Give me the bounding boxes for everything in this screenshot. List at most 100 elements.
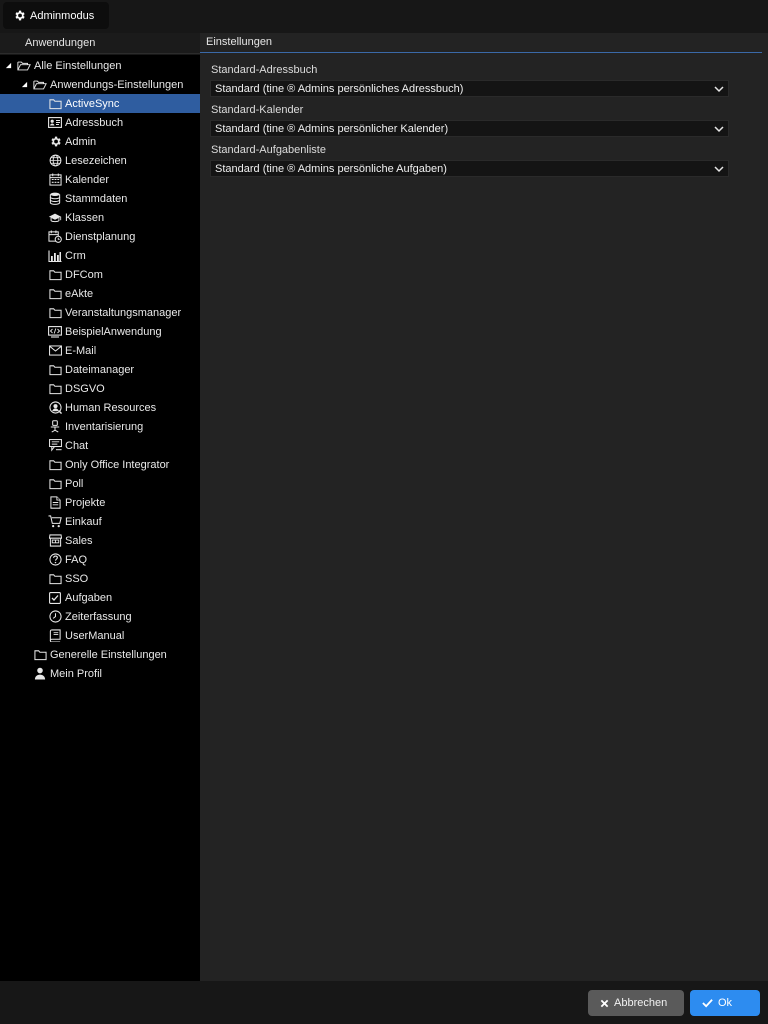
default-tasklist-value: Standard (tine ® Admins persönliche Aufg… — [215, 162, 447, 175]
folder-icon — [33, 648, 47, 662]
tree-item-label: Alle Einstellungen — [34, 59, 122, 72]
cart-icon — [48, 515, 62, 529]
cancel-label: Abbrechen — [614, 997, 668, 1009]
default-addressbook-value: Standard (tine ® Admins persönliches Adr… — [215, 82, 464, 95]
tree-item-usermanual[interactable]: UserManual — [0, 626, 200, 645]
tree-item-label: Zeiterfassung — [65, 610, 132, 623]
tree-item-generelle-einstellungen[interactable]: Generelle Einstellungen — [0, 645, 200, 664]
tree-item-faq[interactable]: FAQ — [0, 550, 200, 569]
tree-item-label: Dienstplanung — [65, 230, 136, 243]
tree-item-label: Admin — [65, 135, 97, 148]
calendar-clock-icon — [48, 230, 62, 244]
code-window-icon — [48, 325, 62, 339]
tree-item-veranstaltungsmanager[interactable]: Veranstaltungsmanager — [0, 303, 200, 322]
chevron-down-icon — [714, 84, 724, 97]
folder-icon — [48, 287, 62, 301]
calendar-icon — [48, 173, 62, 187]
store-icon — [48, 534, 62, 548]
expand-toggle-icon[interactable] — [20, 81, 28, 89]
folder-icon — [48, 477, 62, 491]
tree-item-label: BeispielAnwendung — [65, 325, 162, 338]
tree-item-label: SSO — [65, 572, 89, 585]
tree-item-label: Only Office Integrator — [65, 458, 170, 471]
gear-icon — [13, 9, 26, 22]
tree-item-dfcom[interactable]: DFCom — [0, 265, 200, 284]
tree-item-mein-profil[interactable]: Mein Profil — [0, 664, 200, 683]
office-chair-icon — [48, 420, 62, 434]
default-tasklist-select[interactable]: Standard (tine ® Admins persönliche Aufg… — [210, 160, 729, 177]
tree-item-sso[interactable]: SSO — [0, 569, 200, 588]
admin-mode-button[interactable]: Adminmodus — [3, 2, 109, 29]
tree-item-alle-einstellungen[interactable]: Alle Einstellungen — [0, 56, 200, 75]
check-icon — [702, 998, 713, 1008]
folder-open-icon — [17, 59, 31, 73]
tree-item-stammdaten[interactable]: Stammdaten — [0, 189, 200, 208]
graduation-cap-icon — [48, 211, 62, 225]
tree-item-klassen[interactable]: Klassen — [0, 208, 200, 227]
admin-mode-label: Adminmodus — [30, 9, 95, 22]
tree-item-zeiterfassung[interactable]: Zeiterfassung — [0, 607, 200, 626]
tree-item-beispielanwendung[interactable]: BeispielAnwendung — [0, 322, 200, 341]
tree-item-label: Sales — [65, 534, 93, 547]
tree-item-label: Dateimanager — [65, 363, 135, 376]
default-tasklist-label: Standard-Aufgabenliste — [211, 144, 326, 156]
tree-item-lesezeichen[interactable]: Lesezeichen — [0, 151, 200, 170]
tree-item-label: ActiveSync — [65, 97, 120, 110]
tree-item-label: DFCom — [65, 268, 103, 281]
tree-item-aufgaben[interactable]: Aufgaben — [0, 588, 200, 607]
tree-item-label: Inventarisierung — [65, 420, 144, 433]
folder-icon — [48, 268, 62, 282]
folder-open-icon — [33, 78, 47, 92]
cancel-button[interactable]: Abbrechen — [588, 990, 684, 1016]
tree-item-poll[interactable]: Poll — [0, 474, 200, 493]
settings-panel: Einstellungen Standard-Adressbuch Standa… — [200, 33, 768, 981]
tree-item-e-mail[interactable]: E-Mail — [0, 341, 200, 360]
tree-item-crm[interactable]: Crm — [0, 246, 200, 265]
tree-item-chat[interactable]: Chat — [0, 436, 200, 455]
database-icon — [48, 192, 62, 206]
tree-item-dienstplanung[interactable]: Dienstplanung — [0, 227, 200, 246]
folder-icon — [48, 458, 62, 472]
tree-item-admin[interactable]: Admin — [0, 132, 200, 151]
bar-chart-icon — [48, 249, 62, 263]
default-calendar-select[interactable]: Standard (tine ® Admins persönlicher Kal… — [210, 120, 729, 137]
default-calendar-value: Standard (tine ® Admins persönlicher Kal… — [215, 122, 449, 135]
expand-toggle-icon[interactable] — [4, 62, 12, 70]
tree-item-label: UserManual — [65, 629, 125, 642]
folder-icon — [48, 306, 62, 320]
tree-item-label: Veranstaltungsmanager — [65, 306, 182, 319]
question-circle-icon — [48, 553, 62, 567]
tree-item-sales[interactable]: Sales — [0, 531, 200, 550]
tree-item-eakte[interactable]: eAkte — [0, 284, 200, 303]
tree-item-label: FAQ — [65, 553, 88, 566]
tree-item-einkauf[interactable]: Einkauf — [0, 512, 200, 531]
tree-item-label: Aufgaben — [65, 591, 113, 604]
tree-item-dsgvo[interactable]: DSGVO — [0, 379, 200, 398]
tree-item-dateimanager[interactable]: Dateimanager — [0, 360, 200, 379]
tree-item-inventarisierung[interactable]: Inventarisierung — [0, 417, 200, 436]
clock-icon — [48, 610, 62, 624]
gear-icon — [48, 135, 62, 149]
tree-item-only-office-integrator[interactable]: Only Office Integrator — [0, 455, 200, 474]
top-toolbar: Adminmodus — [0, 0, 768, 32]
tree-item-label: Mein Profil — [50, 667, 102, 680]
tree-item-anwendungs-einstellungen[interactable]: Anwendungs-Einstellungen — [0, 75, 200, 94]
tree-item-adressbuch[interactable]: Adressbuch — [0, 113, 200, 132]
tree-item-activesync[interactable]: ActiveSync — [0, 94, 200, 113]
default-addressbook-label: Standard-Adressbuch — [211, 64, 318, 76]
tree-item-label: Lesezeichen — [65, 154, 127, 167]
tree-item-kalender[interactable]: Kalender — [0, 170, 200, 189]
applications-header-label: Anwendungen — [25, 37, 96, 49]
book-icon — [48, 629, 62, 643]
chat-icon — [48, 439, 62, 453]
tree-item-label: Kalender — [65, 173, 110, 186]
tree-item-label: Anwendungs-Einstellungen — [50, 78, 184, 91]
ok-button[interactable]: Ok — [690, 990, 760, 1016]
tree-item-label: Stammdaten — [65, 192, 128, 205]
tree-item-projekte[interactable]: Projekte — [0, 493, 200, 512]
default-addressbook-select[interactable]: Standard (tine ® Admins persönliches Adr… — [210, 80, 729, 97]
tree-item-human-resources[interactable]: Human Resources — [0, 398, 200, 417]
globe-icon — [48, 154, 62, 168]
